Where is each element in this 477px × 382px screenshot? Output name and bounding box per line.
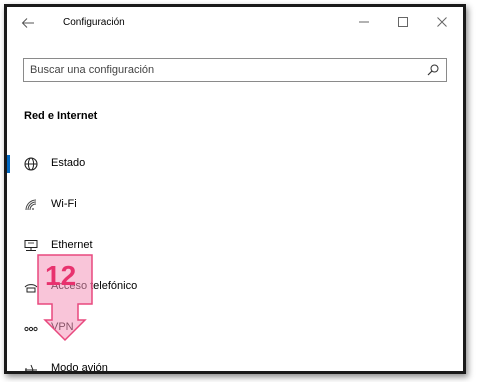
airplane-icon [25, 364, 37, 371]
nav-item-modo-avion[interactable]: Modo avión [7, 354, 463, 374]
search-box[interactable] [23, 58, 447, 82]
minimize-icon[interactable] [357, 15, 371, 29]
section-title: Red e Internet [24, 110, 98, 122]
nav-label-ethernet: Ethernet [51, 239, 93, 251]
nav-label-estado: Estado [51, 157, 86, 169]
back-arrow-icon[interactable] [20, 15, 36, 31]
step-annotation: 12 [37, 254, 93, 342]
wifi-icon [25, 199, 37, 211]
nav-label-wifi: Wi-Fi [51, 198, 77, 210]
search-icon[interactable] [426, 63, 440, 77]
nav-item-wifi[interactable]: Wi-Fi [7, 190, 463, 220]
step-number: 12 [45, 260, 77, 291]
maximize-icon[interactable] [396, 15, 410, 29]
globe-icon [24, 157, 38, 171]
close-icon[interactable] [435, 15, 449, 29]
ethernet-icon [24, 240, 38, 251]
app-title: Configuración [63, 17, 125, 28]
nav-item-estado[interactable]: Estado [7, 149, 463, 179]
search-input[interactable] [30, 62, 410, 78]
nav-label-modo-avion: Modo avión [51, 362, 108, 374]
title-bar: Configuración [7, 7, 463, 39]
selection-indicator [7, 155, 10, 173]
settings-window: Configuración Red e Internet Estado [4, 4, 466, 374]
